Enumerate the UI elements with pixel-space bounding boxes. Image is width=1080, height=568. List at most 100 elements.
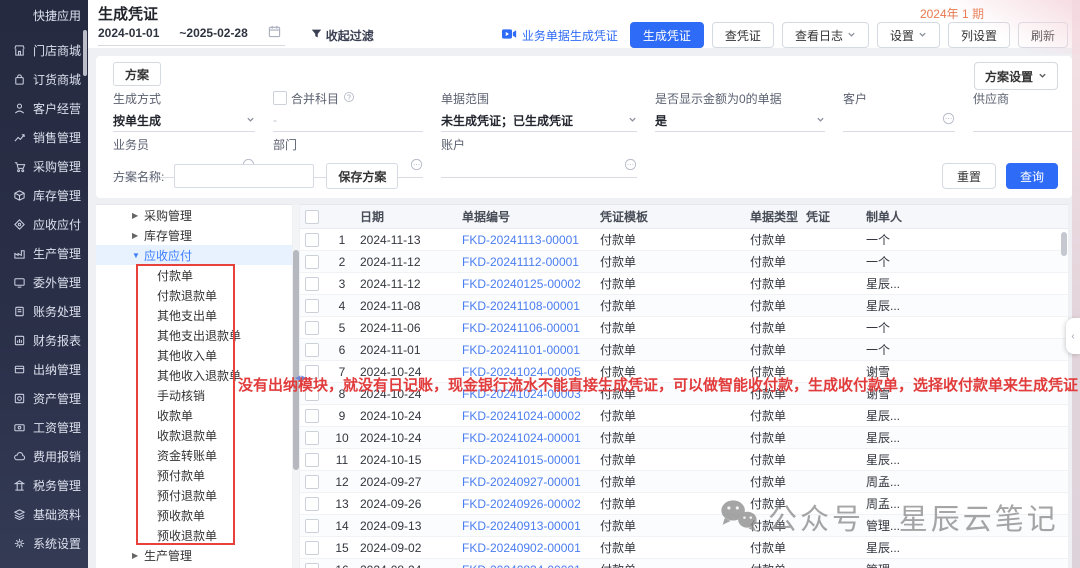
row-checkbox[interactable] <box>305 277 319 291</box>
row-checkbox[interactable] <box>305 563 319 568</box>
tree-item[interactable]: 预收退款单 <box>96 525 292 545</box>
triangle-right-icon[interactable]: ▶ <box>132 231 144 240</box>
doc-no-link[interactable]: FKD-20240902-00001 <box>462 541 600 555</box>
plan-button[interactable]: 方案 <box>113 62 161 86</box>
doc-range-select[interactable]: 未生成凭证；已生成凭证 <box>441 109 637 132</box>
plan-name-input[interactable] <box>174 164 314 188</box>
supplier-picker[interactable] <box>973 109 1080 132</box>
tree-item[interactable]: 手动核销 <box>96 385 292 405</box>
sidebar-item-sales-mgmt[interactable]: 销售管理 <box>12 124 88 151</box>
sidebar-item-finance-report[interactable]: 财务报表 <box>12 327 88 354</box>
sidebar-item-inventory-mgmt[interactable]: 库存管理 <box>12 182 88 209</box>
doc-no-link[interactable]: FKD-20240824-00001 <box>462 563 600 568</box>
splitter-handle[interactable]: ◀▶ <box>295 374 308 382</box>
row-checkbox[interactable] <box>305 453 319 467</box>
doc-no-link[interactable]: FKD-20241108-00001 <box>462 299 600 313</box>
row-checkbox[interactable] <box>305 321 319 335</box>
sidebar-item-purchase-mgmt[interactable]: 采购管理 <box>12 153 88 180</box>
row-checkbox[interactable] <box>305 497 319 511</box>
view-voucher-button[interactable]: 查凭证 <box>712 22 774 48</box>
sidebar-item-accounting[interactable]: 账务处理 <box>12 298 88 325</box>
doc-no-link[interactable]: FKD-20241015-00001 <box>462 453 600 467</box>
refresh-button[interactable]: 刷新 <box>1018 22 1068 48</box>
row-checkbox[interactable] <box>305 233 319 247</box>
show-zero-select[interactable]: 是 <box>655 109 825 132</box>
row-checkbox[interactable] <box>305 343 319 357</box>
table-scrollbar[interactable] <box>1061 230 1067 566</box>
tree-item[interactable]: 付款退款单 <box>96 285 292 305</box>
sidebar-item-production-mgmt[interactable]: 生产管理 <box>12 240 88 267</box>
plan-settings-button[interactable]: 方案设置 <box>974 62 1058 90</box>
generate-mode-select[interactable]: 按单生成 <box>113 109 255 132</box>
table-scrollbar-thumb[interactable] <box>1061 232 1067 256</box>
generate-voucher-button[interactable]: 生成凭证 <box>630 22 704 48</box>
row-checkbox[interactable] <box>305 541 319 555</box>
doc-no-link[interactable]: FKD-20241024-00002 <box>462 409 600 423</box>
date-start[interactable]: 2024-01-01 <box>98 26 159 40</box>
doc-no-link[interactable]: FKD-20240125-00002 <box>462 277 600 291</box>
row-checkbox[interactable] <box>305 387 319 401</box>
triangle-right-icon[interactable]: ▶ <box>132 211 144 220</box>
sidebar-item-receivable-payable[interactable]: 应收应付 <box>12 211 88 238</box>
view-log-button[interactable]: 查看日志 <box>782 22 869 48</box>
row-checkbox[interactable] <box>305 519 319 533</box>
tree-item[interactable]: 其他支出退款单 <box>96 325 292 345</box>
sidebar-item-expense-claim[interactable]: 费用报销 <box>12 443 88 470</box>
sidebar-item-outsource-mgmt[interactable]: 委外管理 <box>12 269 88 296</box>
merge-subject-select[interactable]: - <box>273 109 423 132</box>
sidebar-item-tax-mgmt[interactable]: 税务管理 <box>12 472 88 499</box>
customer-picker[interactable] <box>843 109 955 132</box>
video-tutorial-link[interactable]: 业务单据生成凭证 <box>502 27 618 44</box>
picker-ellipsis-icon[interactable] <box>942 112 955 128</box>
tree-item[interactable]: 预付款单 <box>96 465 292 485</box>
sidebar-item-store-mall[interactable]: 门店商城 <box>12 37 88 64</box>
tree-item[interactable]: 其他支出单 <box>96 305 292 325</box>
sidebar-item-customer-operate[interactable]: 客户经营 <box>12 95 88 122</box>
merge-subject-checkbox[interactable] <box>273 91 287 105</box>
doc-no-link[interactable]: FKD-20240926-00002 <box>462 497 600 511</box>
tree-item[interactable]: 其他收入退款单 <box>96 365 292 385</box>
doc-no-link[interactable]: FKD-20241113-00001 <box>462 233 600 247</box>
sidebar-item-salary-mgmt[interactable]: 工资管理 <box>12 414 88 441</box>
sidebar-item-quick-apps[interactable]: 快捷应用 <box>12 2 88 29</box>
sidebar-item-asset-mgmt[interactable]: 资产管理 <box>12 385 88 412</box>
reset-button[interactable]: 重置 <box>942 163 996 189</box>
panel-collapse-tab[interactable]: ‹ <box>1066 318 1080 354</box>
tree-item[interactable]: 预付退款单 <box>96 485 292 505</box>
tree-item[interactable]: ▼应收应付 <box>96 245 292 265</box>
tree-scrollbar[interactable] <box>293 205 299 568</box>
tree-item[interactable]: 预收款单 <box>96 505 292 525</box>
date-end[interactable]: ~2025-02-28 <box>179 26 247 40</box>
sidebar-item-cashier-mgmt[interactable]: 出纳管理 <box>12 356 88 383</box>
row-checkbox[interactable] <box>305 409 319 423</box>
row-checkbox[interactable] <box>305 431 319 445</box>
doc-no-link[interactable]: FKD-20241106-00001 <box>462 321 600 335</box>
row-checkbox[interactable] <box>305 299 319 313</box>
collapse-filter-toggle[interactable]: 收起过滤 <box>311 27 374 44</box>
doc-no-link[interactable]: FKD-20241024-00005 <box>462 365 600 379</box>
doc-no-link[interactable]: FKD-20241101-00001 <box>462 343 600 357</box>
tree-scrollbar-thumb[interactable] <box>293 250 299 470</box>
tree-item[interactable]: 资金转账单 <box>96 445 292 465</box>
tree-item[interactable]: 收款退款单 <box>96 425 292 445</box>
tree-item[interactable]: 付款单 <box>96 265 292 285</box>
tree-item[interactable]: 其他收入单 <box>96 345 292 365</box>
row-checkbox[interactable] <box>305 475 319 489</box>
column-settings-button[interactable]: 列设置 <box>948 22 1010 48</box>
tree-item[interactable]: 收款单 <box>96 405 292 425</box>
triangle-right-icon[interactable]: ▶ <box>132 551 144 560</box>
tree-item[interactable]: ▶采购管理 <box>96 205 292 225</box>
settings-button[interactable]: 设置 <box>877 22 940 48</box>
select-all-checkbox[interactable] <box>305 210 319 224</box>
sidebar-scrollbar[interactable] <box>83 30 87 76</box>
doc-no-link[interactable]: FKD-20240913-00001 <box>462 519 600 533</box>
doc-no-link[interactable]: FKD-20241112-00001 <box>462 255 600 269</box>
sidebar-item-system-settings[interactable]: 系统设置 <box>12 530 88 557</box>
doc-no-link[interactable]: FKD-20240927-00001 <box>462 475 600 489</box>
sidebar-item-order-mall[interactable]: 订货商城 <box>12 66 88 93</box>
triangle-down-icon[interactable]: ▼ <box>132 251 144 260</box>
tree-item[interactable]: ▶生产管理 <box>96 545 292 565</box>
doc-no-link[interactable]: FKD-20241024-00003 <box>462 387 600 401</box>
tree-item[interactable]: ▶库存管理 <box>96 225 292 245</box>
sidebar-item-base-data[interactable]: 基础资料 <box>12 501 88 528</box>
